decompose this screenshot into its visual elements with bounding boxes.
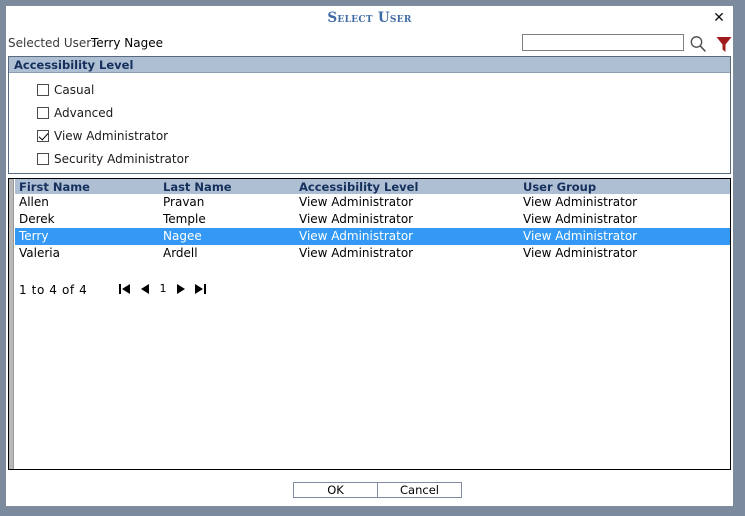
list-scroll-gutter[interactable] [9,179,14,469]
checkbox-icon[interactable] [37,107,49,119]
table-cell: View Administrator [299,246,414,260]
accessibility-option-2[interactable]: View Administrator [37,127,168,145]
table-cell: Valeria [19,246,60,260]
accessibility-option-label: Security Administrator [54,152,189,166]
table-row[interactable]: Terry Nagee View Administrator View Adminis… [15,228,730,245]
pagination-bar: 1 to 4 of 4 1 [15,281,730,301]
selected-user-bar: Selected User: Terry Nagee [6,32,733,58]
table-cell: Terry [19,229,49,243]
cancel-button[interactable]: Cancel [377,482,462,498]
table-cell: Allen [19,195,49,209]
grid-body: Allen Pravan View Administrator View Admini… [15,194,730,262]
accessibility-option-label: Advanced [54,106,114,120]
grid-header-row: First Name Last Name Accessibility Level Us… [15,179,730,194]
table-cell: View Administrator [299,195,414,209]
dialog-surface: Select User ✕ Selected User: Terry Nagee [6,6,733,506]
accessibility-option-0[interactable]: Casual [37,81,94,99]
column-header-1[interactable]: Last Name [163,180,232,194]
table-cell: View Administrator [523,195,638,209]
user-list-panel: First Name Last Name Accessibility Level Us… [8,178,731,470]
last-page-icon[interactable] [192,281,208,297]
funnel-filter-icon[interactable] [715,34,733,54]
column-header-3[interactable]: User Group [523,180,596,194]
table-cell: Ardell [163,246,198,260]
accessibility-option-label: Casual [54,83,95,97]
column-header-0[interactable]: First Name [19,180,90,194]
search-input[interactable] [522,34,684,51]
table-row[interactable]: Derek Temple View Administrator View Admini… [15,211,730,228]
accessibility-level-panel: Accessibility Level Casual Advanced View A… [8,56,731,174]
selected-user-value: Terry Nagee [91,36,163,50]
accessibility-level-header-label: Accessibility Level [14,58,134,72]
table-cell: Temple [163,212,206,226]
selected-user-label: Selected User: [8,36,96,50]
table-row[interactable]: Valeria Ardell View Administrator View Admi… [15,245,730,262]
user-grid: First Name Last Name Accessibility Level Us… [15,179,730,262]
table-cell: View Administrator [299,212,414,226]
table-cell: Nagee [163,229,202,243]
table-cell: View Administrator [523,212,638,226]
checkbox-icon[interactable] [37,153,49,165]
table-cell: Derek [19,212,55,226]
first-page-icon[interactable] [117,281,133,297]
accessibility-option-3[interactable]: Security Administrator [37,150,189,168]
accessibility-level-header: Accessibility Level [9,57,730,73]
table-cell: View Administrator [523,246,638,260]
accessibility-option-1[interactable]: Advanced [37,104,113,122]
accessibility-option-label: View Administrator [54,129,169,143]
current-page-number[interactable]: 1 [157,282,169,295]
select-user-dialog-frame: Select User ✕ Selected User: Terry Nagee [0,0,745,516]
table-cell: View Administrator [299,229,414,243]
page-range-text: 1 to 4 of 4 [19,283,88,297]
next-page-icon[interactable] [173,281,189,297]
table-cell: View Administrator [523,229,638,243]
search-icon[interactable] [688,34,708,54]
page-title: Select User [327,10,412,26]
previous-page-icon[interactable] [137,281,153,297]
close-icon[interactable]: ✕ [711,10,727,26]
table-row[interactable]: Allen Pravan View Administrator View Admini… [15,194,730,211]
column-header-2[interactable]: Accessibility Level [299,180,418,194]
ok-button[interactable]: OK [293,482,378,498]
checkbox-checked-icon[interactable] [37,130,49,142]
dialog-title-bar: Select User ✕ [6,6,733,31]
checkbox-icon[interactable] [37,84,49,96]
table-cell: Pravan [163,195,205,209]
dialog-footer: OK Cancel [6,472,733,506]
